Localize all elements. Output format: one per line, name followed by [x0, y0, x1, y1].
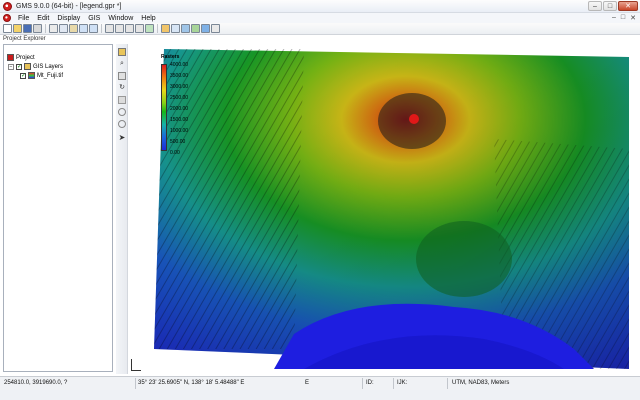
- globe-icon[interactable]: [201, 24, 210, 33]
- folder-icon: [24, 63, 31, 70]
- open-icon[interactable]: [13, 24, 22, 33]
- pan-icon[interactable]: [118, 72, 126, 80]
- doc-restore-button[interactable]: □: [621, 14, 625, 22]
- status-e: E: [305, 380, 310, 386]
- visibility-checkbox[interactable]: ✓: [20, 72, 26, 79]
- legend-label: 3000.00: [170, 84, 189, 90]
- copy-icon[interactable]: [59, 24, 68, 33]
- cut-icon[interactable]: [49, 24, 58, 33]
- map-icon[interactable]: [191, 24, 200, 33]
- project-icon: [7, 54, 14, 61]
- redo-icon[interactable]: [89, 24, 98, 33]
- frame-icon[interactable]: [118, 108, 126, 116]
- legend-label: 4000.00: [170, 62, 189, 68]
- terrain-raster[interactable]: [154, 49, 629, 369]
- save-icon[interactable]: [23, 24, 32, 33]
- status-separator: [447, 378, 448, 389]
- module-icon[interactable]: [181, 24, 190, 33]
- status-separator: [362, 378, 363, 389]
- window-bottom-edge: [0, 390, 640, 400]
- status-projection: UTM, NAD83, Meters: [452, 380, 510, 386]
- legend-color-ramp: [161, 64, 167, 151]
- tree-item-project[interactable]: Project: [7, 54, 35, 61]
- tree-item-gis-layers[interactable]: − ✓ GIS Layers: [8, 63, 63, 70]
- legend-label: 0.00: [170, 150, 180, 156]
- menu-help[interactable]: Help: [137, 15, 159, 22]
- axis-triad-icon: [131, 359, 141, 371]
- new-icon[interactable]: [3, 24, 12, 33]
- menu-bar: File Edit Display GIS Window Help – □ ✕: [0, 13, 640, 23]
- status-coordinates: 254810.0, 3919690.0, ?: [4, 380, 68, 386]
- layers-icon[interactable]: [161, 24, 170, 33]
- refresh-icon[interactable]: [145, 24, 154, 33]
- main-toolbar: [0, 23, 640, 35]
- select-raster-icon[interactable]: [118, 48, 126, 56]
- document-icon[interactable]: [3, 14, 11, 22]
- window-title: GMS 9.0.0 (64-bit) - [legend.gpr *]: [16, 2, 122, 10]
- legend-label: 3500.00: [170, 73, 189, 79]
- grid-icon[interactable]: [171, 24, 180, 33]
- menu-window[interactable]: Window: [104, 15, 137, 22]
- tree-item-label: Mt_Fuji.tif: [37, 72, 64, 79]
- legend-title: Rasters: [161, 54, 180, 60]
- gms-app-icon: [3, 1, 12, 11]
- pan-icon[interactable]: [115, 24, 124, 33]
- minimize-button[interactable]: –: [588, 1, 602, 11]
- maximize-button[interactable]: □: [603, 1, 617, 11]
- status-ijk: IJK:: [397, 380, 408, 386]
- rotate-icon[interactable]: ↻: [118, 84, 126, 92]
- paste-icon[interactable]: [69, 24, 78, 33]
- legend-label: 2000.00: [170, 106, 189, 112]
- undo-icon[interactable]: [79, 24, 88, 33]
- graphics-window[interactable]: Rasters 4000.00 3500.00 3000.00 2500.00 …: [129, 44, 636, 374]
- tool-palette: ⌕ ↻ ➤: [116, 44, 128, 374]
- zoom-icon[interactable]: [125, 24, 134, 33]
- title-bar: GMS 9.0.0 (64-bit) - [legend.gpr *] – □ …: [0, 0, 640, 13]
- legend-label: 500.00: [170, 139, 186, 145]
- close-button[interactable]: ✕: [618, 1, 638, 11]
- doc-minimize-button[interactable]: –: [612, 14, 616, 22]
- legend-label: 1000.00: [170, 128, 189, 134]
- raster-legend: Rasters 4000.00 3500.00 3000.00 2500.00 …: [159, 54, 203, 160]
- legend-label: 2500.00: [170, 95, 189, 101]
- window-controls: – □ ✕: [588, 1, 638, 11]
- menu-file[interactable]: File: [14, 15, 33, 22]
- status-lat-lon: 35° 23' 25.6905" N, 138° 18' 5.48488" E: [138, 380, 245, 386]
- menu-edit[interactable]: Edit: [33, 15, 53, 22]
- info-icon[interactable]: [118, 120, 126, 128]
- pointer-icon[interactable]: ➤: [118, 134, 126, 142]
- project-explorer: Project − ✓ GIS Layers ✓ Mt_Fuji.tif: [3, 44, 113, 372]
- status-id: ID:: [366, 380, 374, 386]
- status-separator: [393, 378, 394, 389]
- explorer-title: Project Explorer: [3, 36, 46, 42]
- menu-display[interactable]: Display: [53, 15, 84, 22]
- status-bar: 254810.0, 3919690.0, ? 35° 23' 25.6905" …: [0, 376, 640, 390]
- tree-item-label: Project: [16, 54, 35, 61]
- toolbar-separator: [157, 24, 158, 33]
- print-icon[interactable]: [33, 24, 42, 33]
- info-icon[interactable]: [211, 24, 220, 33]
- frame-icon[interactable]: [135, 24, 144, 33]
- raster-icon: [28, 72, 35, 79]
- doc-close-button[interactable]: ✕: [630, 14, 636, 22]
- zoom-icon[interactable]: ⌕: [118, 60, 126, 68]
- toolbar-separator: [45, 24, 46, 33]
- tree-item-label: GIS Layers: [33, 63, 64, 70]
- collapse-icon[interactable]: −: [8, 63, 14, 70]
- rotate-icon[interactable]: [105, 24, 114, 33]
- status-separator: [135, 378, 136, 389]
- visibility-checkbox[interactable]: ✓: [16, 63, 22, 70]
- menu-gis[interactable]: GIS: [84, 15, 104, 22]
- measure-icon[interactable]: [118, 96, 126, 104]
- legend-label: 1500.00: [170, 117, 189, 123]
- toolbar-separator: [101, 24, 102, 33]
- document-controls: – □ ✕: [612, 14, 636, 22]
- tree-item-mt-fuji[interactable]: ✓ Mt_Fuji.tif: [20, 72, 63, 79]
